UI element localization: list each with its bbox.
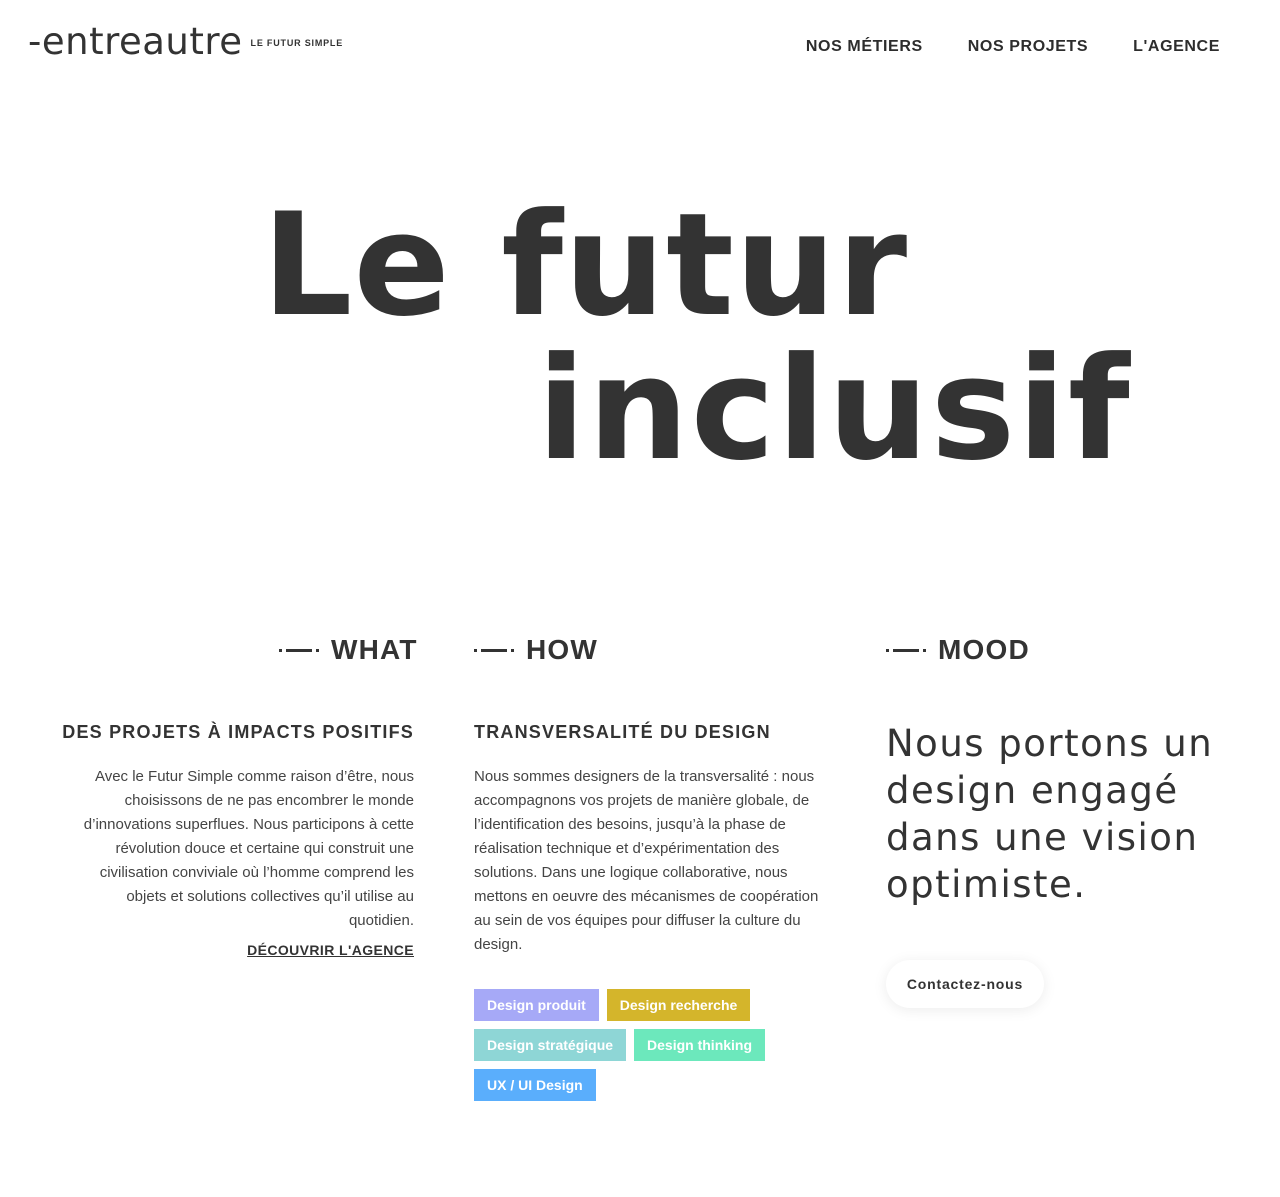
mood-statement: Nous portons un design engagé dans une v…	[886, 722, 1214, 906]
nav-item-agence[interactable]: L'AGENCE	[1133, 38, 1220, 56]
what-body: Avec le Futur Simple comme raison d’être…	[83, 768, 414, 929]
dash-icon	[886, 648, 926, 652]
tag-design-strategique[interactable]: Design stratégique	[474, 1029, 627, 1061]
tag-design-produit[interactable]: Design produit	[474, 989, 599, 1021]
discover-agency-link[interactable]: DÉCOUVRIR L'AGENCE	[247, 942, 414, 958]
logo[interactable]: -entreautre LE FUTUR SIMPLE	[28, 22, 343, 62]
hero-title-line-2: inclusif	[537, 327, 1132, 492]
tag-design-recherche[interactable]: Design recherche	[606, 989, 751, 1021]
how-title: HOW	[526, 634, 599, 665]
what-title: WHAT	[331, 634, 418, 665]
how-heading: HOW	[474, 634, 598, 666]
mood-heading: MOOD	[886, 634, 1030, 666]
what-subheading: DES PROJETS À IMPACTS POSITIFS	[62, 722, 414, 742]
logo-wordmark: -entreautre	[28, 20, 243, 63]
nav-item-metiers[interactable]: NOS MÉTIERS	[806, 38, 923, 56]
logo-tagline: LE FUTUR SIMPLE	[250, 38, 344, 48]
how-body: Nous sommes designers de la transversali…	[474, 768, 819, 953]
dash-icon	[474, 648, 514, 652]
design-tags: Design produit Design recherche Design s…	[474, 989, 814, 1101]
dash-icon	[279, 648, 319, 652]
contact-button[interactable]: Contactez-nous	[886, 960, 1044, 1008]
hero-title-line-1: Le futur	[262, 183, 909, 348]
tag-ux-ui-design[interactable]: UX / UI Design	[474, 1069, 596, 1101]
main-nav: NOS MÉTIERS NOS PROJETS L'AGENCE	[806, 38, 1220, 56]
how-column: TRANSVERSALITÉ DU DESIGN Nous sommes des…	[474, 722, 819, 957]
how-subheading: TRANSVERSALITÉ DU DESIGN	[474, 722, 771, 742]
what-heading: WHAT	[279, 634, 418, 666]
what-column: DES PROJETS À IMPACTS POSITIFS Avec le F…	[60, 722, 414, 960]
nav-item-projets[interactable]: NOS PROJETS	[968, 38, 1088, 56]
tag-design-thinking[interactable]: Design thinking	[634, 1029, 766, 1061]
mood-title: MOOD	[938, 634, 1030, 665]
